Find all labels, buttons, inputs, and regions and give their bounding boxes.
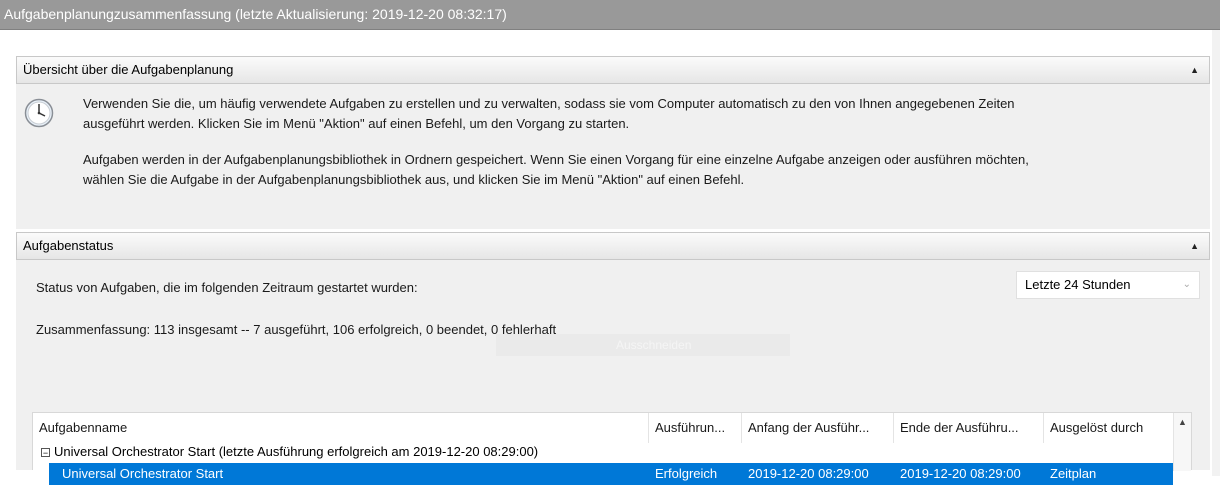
overview-header-label: Übersicht über die Aufgabenplanung bbox=[23, 62, 234, 77]
column-header-trigger[interactable]: Ausgelöst durch bbox=[1044, 413, 1173, 443]
table-scrollbar[interactable]: ▲ bbox=[1173, 413, 1191, 471]
overview-text-line: Aufgaben werden in der Aufgabenplanungsb… bbox=[83, 152, 1029, 167]
status-panel: Aufgabenstatus ▲ Status von Aufgaben, di… bbox=[16, 232, 1210, 485]
chevron-down-icon: ⌄ bbox=[1182, 279, 1191, 290]
column-header-name[interactable]: Aufgabenname bbox=[33, 413, 649, 443]
table-row[interactable]: Universal Orchestrator Start Erfolgreich… bbox=[49, 463, 1173, 485]
overview-paragraph-1: Verwenden Sie die, um häufig verwendete … bbox=[83, 94, 1193, 134]
task-group-row[interactable]: − Universal Orchestrator Start (letzte Au… bbox=[33, 443, 1173, 463]
task-group-label: Universal Orchestrator Start (letzte Aus… bbox=[54, 444, 539, 459]
collapse-arrow-icon[interactable]: ▲ bbox=[1190, 57, 1199, 83]
status-body: Status von Aufgaben, die im folgenden Ze… bbox=[16, 260, 1210, 485]
column-header-result[interactable]: Ausführun... bbox=[649, 413, 742, 443]
column-header-end[interactable]: Ende der Ausführu... bbox=[894, 413, 1044, 443]
status-header[interactable]: Aufgabenstatus ▲ bbox=[16, 232, 1210, 260]
row-end: 2019-12-20 08:29:00 bbox=[900, 466, 1021, 481]
status-summary: Zusammenfassung: 113 insgesamt -- 7 ausg… bbox=[36, 322, 557, 337]
table-header: Aufgabenname Ausführun... Anfang der Aus… bbox=[33, 413, 1191, 443]
collapse-minus-icon[interactable]: − bbox=[41, 448, 50, 458]
overview-panel: Übersicht über die Aufgabenplanung ▲ Ver… bbox=[16, 56, 1210, 229]
clock-icon bbox=[24, 98, 54, 128]
row-result: Erfolgreich bbox=[655, 466, 718, 481]
period-dropdown-value: Letzte 24 Stunden bbox=[1025, 277, 1131, 292]
collapse-arrow-icon[interactable]: ▲ bbox=[1190, 233, 1199, 259]
row-task-name: Universal Orchestrator Start bbox=[62, 466, 224, 481]
period-dropdown[interactable]: Letzte 24 Stunden ⌄ bbox=[1016, 271, 1200, 299]
status-header-label: Aufgabenstatus bbox=[23, 238, 114, 253]
ghost-context-item: Ausschneiden bbox=[496, 334, 790, 356]
page-scrollbar[interactable] bbox=[1212, 30, 1220, 476]
overview-header[interactable]: Übersicht über die Aufgabenplanung ▲ bbox=[16, 56, 1210, 84]
scroll-up-icon[interactable]: ▲ bbox=[1174, 413, 1191, 431]
overview-body: Verwenden Sie die, um häufig verwendete … bbox=[16, 84, 1210, 229]
main-content: Übersicht über die Aufgabenplanung ▲ Ver… bbox=[0, 30, 1220, 485]
overview-text-line: wählen Sie die Aufgabe in der Aufgabenpl… bbox=[83, 172, 745, 187]
overview-text-line: Verwenden Sie die, um häufig verwendete … bbox=[83, 96, 1015, 111]
overview-text-line: ausgeführt werden. Klicken Sie im Menü "… bbox=[83, 116, 630, 131]
period-label: Status von Aufgaben, die im folgenden Ze… bbox=[36, 280, 418, 295]
task-status-table: Aufgabenname Ausführun... Anfang der Aus… bbox=[32, 412, 1192, 485]
window-title: Aufgabenplanungzusammenfassung (letzte A… bbox=[0, 0, 1220, 30]
row-trigger: Zeitplan bbox=[1050, 466, 1097, 481]
overview-paragraph-2: Aufgaben werden in der Aufgabenplanungsb… bbox=[83, 150, 1193, 190]
row-start: 2019-12-20 08:29:00 bbox=[748, 466, 869, 481]
column-header-start[interactable]: Anfang der Ausführ... bbox=[742, 413, 894, 443]
